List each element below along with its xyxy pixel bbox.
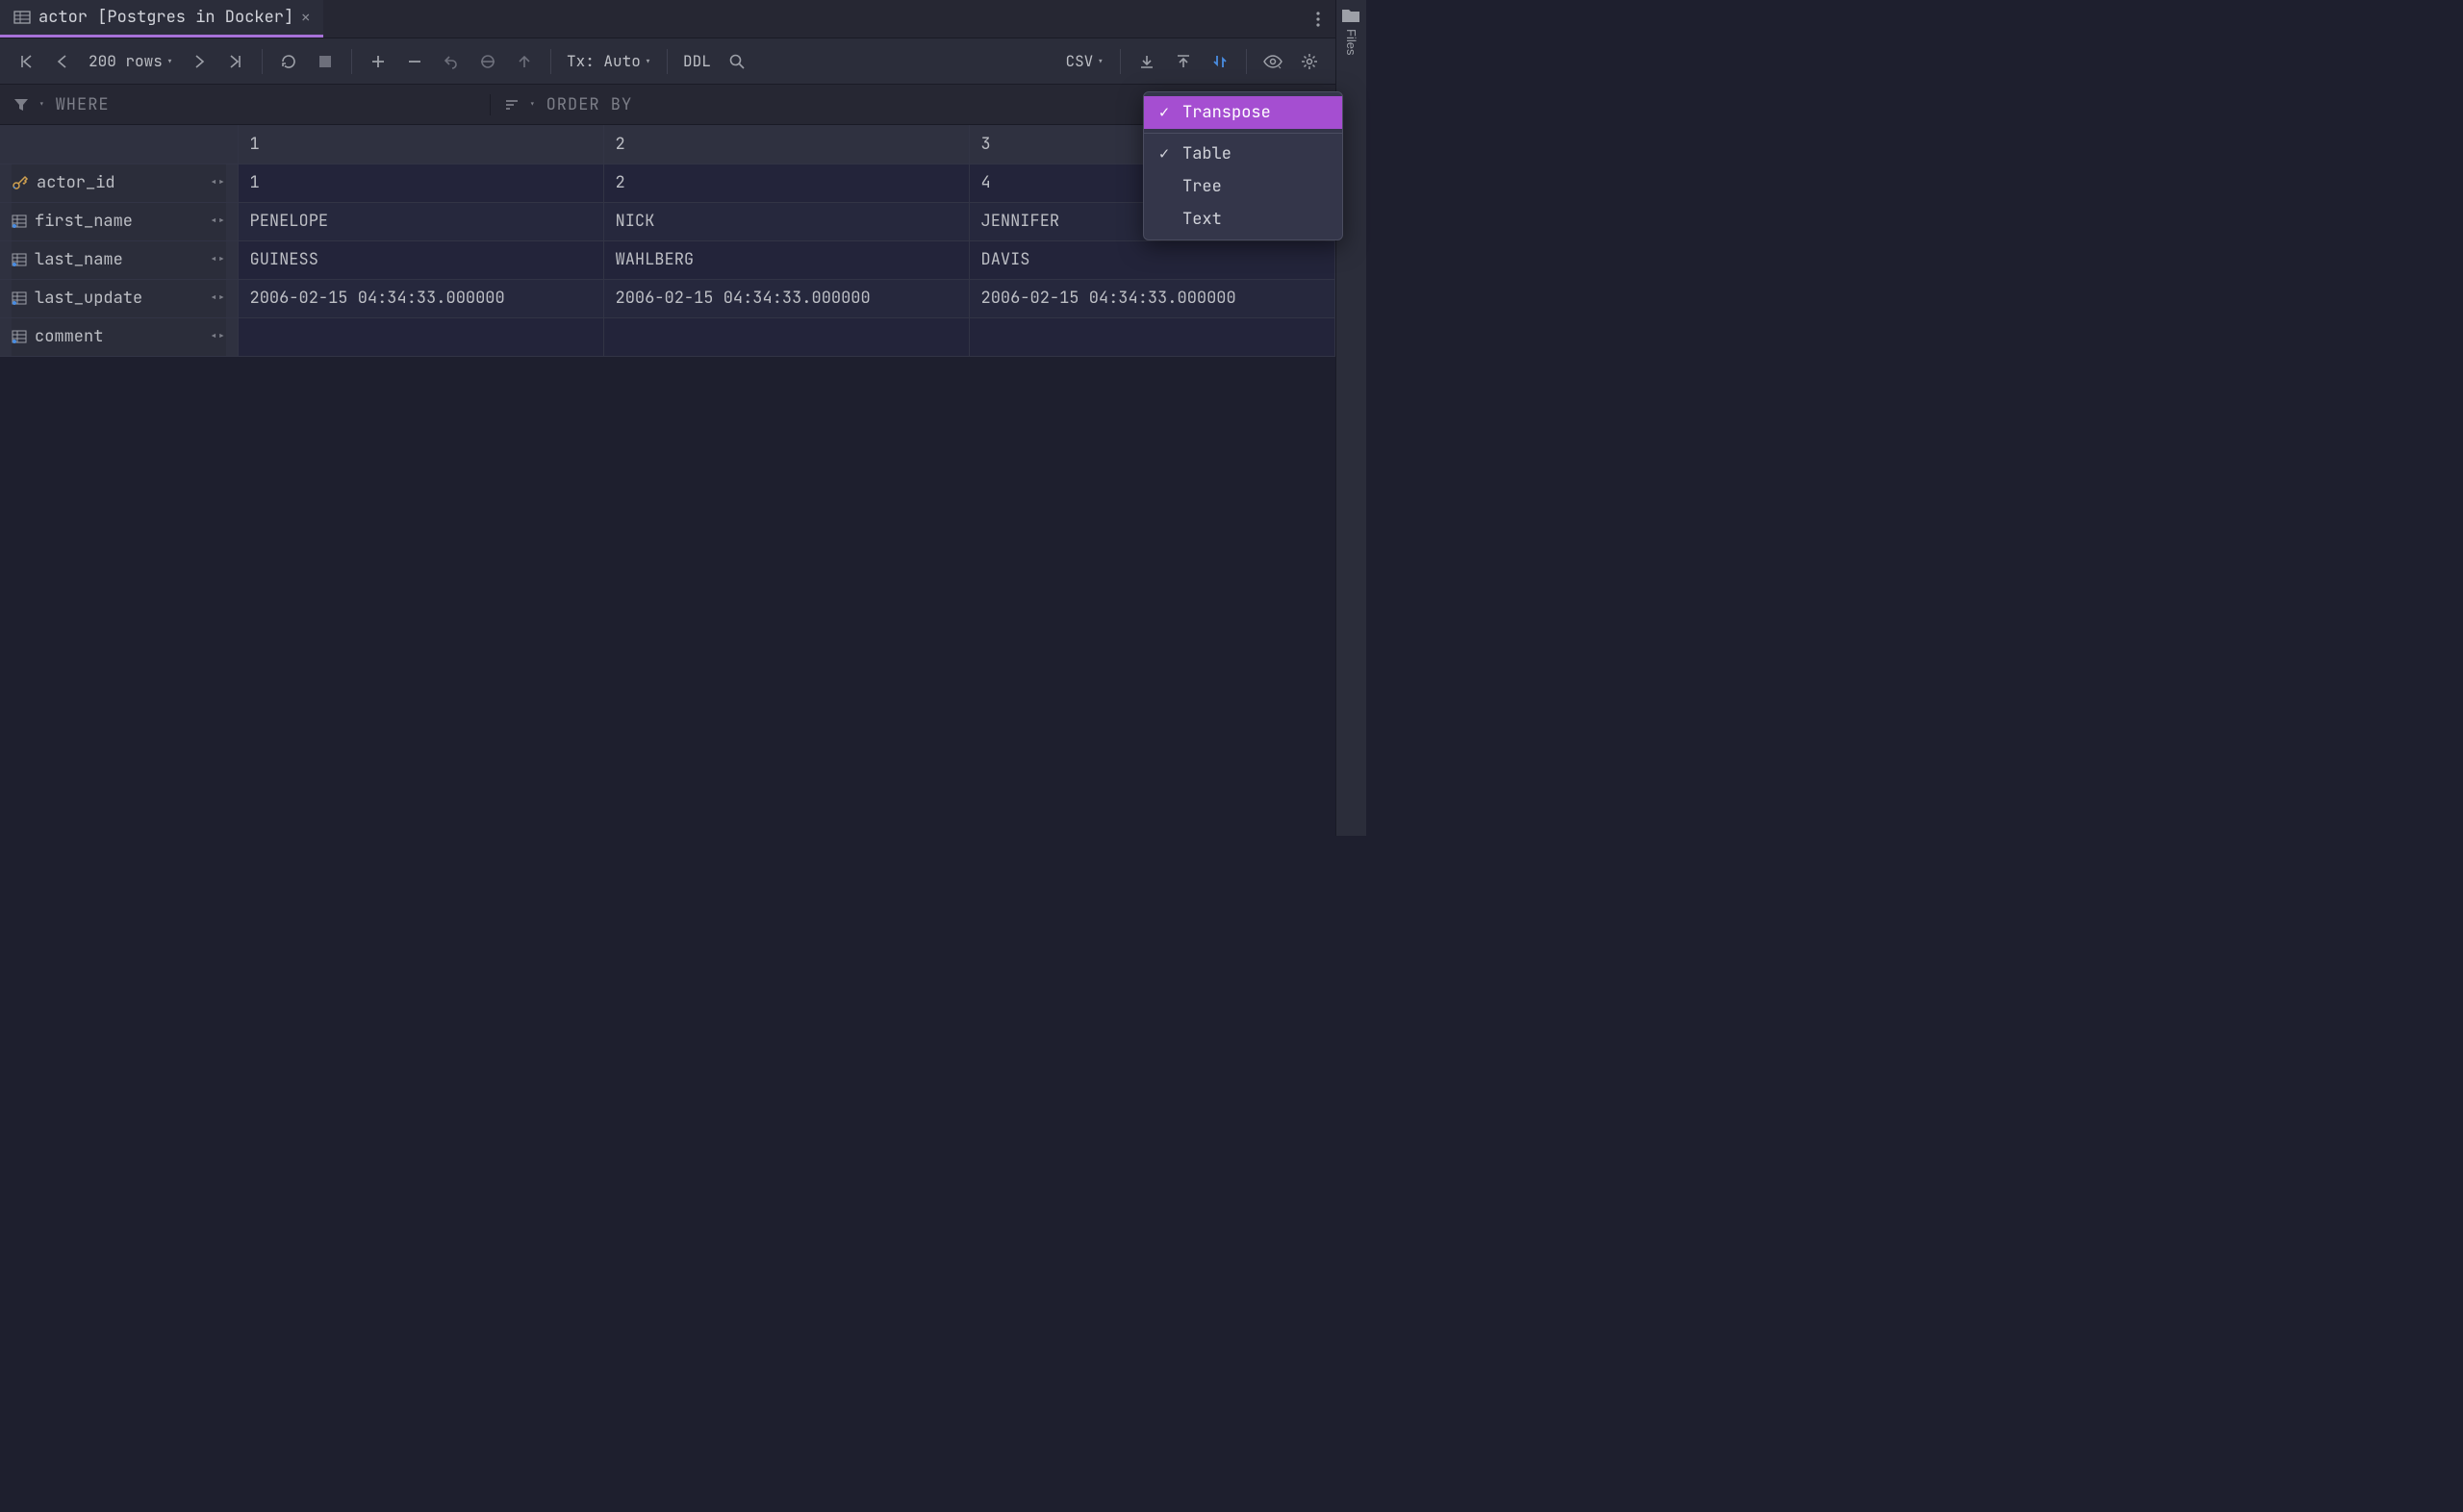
remove-row-button[interactable]	[398, 45, 431, 78]
tab-bar: actor [Postgres in Docker] ✕	[0, 0, 1335, 38]
ddl-button[interactable]: DDL	[677, 51, 717, 71]
files-tool-button[interactable]: Files	[1344, 29, 1358, 55]
chevron-down-icon: ▾	[38, 98, 46, 112]
row-count-dropdown[interactable]: 200 rows ▾	[83, 51, 179, 71]
next-page-button[interactable]	[183, 45, 216, 78]
sort-icon	[504, 97, 520, 113]
upload-button[interactable]	[1167, 45, 1200, 78]
menu-item-label: Transpose	[1182, 102, 1271, 123]
chevron-down-icon: ▾	[166, 54, 173, 69]
menu-item-table[interactable]: ✓ Table	[1144, 138, 1342, 170]
reload-button[interactable]	[272, 45, 305, 78]
files-icon[interactable]	[1341, 8, 1360, 23]
sort-handle-icon[interactable]: ◂▸	[210, 251, 226, 268]
column-icon	[12, 330, 27, 343]
row-count-label: 200 rows	[89, 51, 163, 71]
data-cell[interactable]: 2006-02-15 04:34:33.000000	[238, 279, 603, 317]
data-cell[interactable]: 2006-02-15 04:34:33.000000	[603, 279, 969, 317]
column-icon	[12, 214, 27, 228]
column-icon	[12, 175, 29, 190]
result-grid[interactable]: 123actor_id◂▸124first_name◂▸PENELOPENICK…	[0, 125, 1335, 836]
preview-button[interactable]	[471, 45, 504, 78]
close-icon[interactable]: ✕	[301, 8, 310, 27]
tx-mode-label: Tx: Auto	[567, 51, 641, 71]
view-mode-popup: ✓ Transpose ✓ Table Tree Text	[1143, 91, 1343, 240]
sort-handle-icon[interactable]: ◂▸	[210, 213, 226, 230]
tab-title: actor [Postgres in Docker]	[38, 7, 293, 28]
revert-button[interactable]	[435, 45, 468, 78]
chevron-down-icon: ▾	[645, 54, 651, 69]
tab-actor[interactable]: actor [Postgres in Docker] ✕	[0, 0, 323, 38]
submit-button[interactable]	[508, 45, 541, 78]
menu-item-label: Tree	[1182, 176, 1222, 197]
row-field-header[interactable]: last_name ◂▸	[12, 241, 226, 279]
column-icon	[12, 291, 27, 305]
menu-item-transpose[interactable]: ✓ Transpose	[1144, 96, 1342, 129]
check-icon: ✓	[1155, 102, 1173, 123]
data-cell[interactable]: PENELOPE	[238, 202, 603, 240]
menu-item-label: Table	[1182, 143, 1232, 164]
stop-button[interactable]	[309, 45, 342, 78]
prev-page-button[interactable]	[46, 45, 79, 78]
data-cell[interactable]	[969, 317, 1334, 356]
add-row-button[interactable]	[362, 45, 394, 78]
data-cell[interactable]: NICK	[603, 202, 969, 240]
sort-handle-icon[interactable]: ◂▸	[210, 328, 226, 345]
last-page-button[interactable]	[219, 45, 252, 78]
field-name: comment	[35, 326, 103, 347]
sort-handle-icon[interactable]: ◂▸	[210, 174, 226, 191]
data-cell[interactable]: WAHLBERG	[603, 240, 969, 279]
view-mode-button[interactable]	[1257, 45, 1289, 78]
column-icon	[12, 253, 27, 266]
data-cell[interactable]: 2	[603, 164, 969, 202]
col-header[interactable]: 2	[603, 125, 969, 164]
data-cell[interactable]	[238, 317, 603, 356]
data-cell[interactable]: DAVIS	[969, 240, 1334, 279]
where-filter[interactable]: ▾ WHERE	[0, 94, 491, 115]
tab-more-button[interactable]	[1301, 0, 1335, 38]
field-name: last_name	[35, 249, 123, 270]
row-field-header[interactable]: actor_id ◂▸	[12, 164, 226, 202]
field-name: last_update	[35, 288, 142, 309]
orderby-label: ORDER BY	[546, 94, 633, 115]
menu-item-tree[interactable]: Tree	[1144, 170, 1342, 203]
filter-bar: ▾ WHERE ▾ ORDER BY	[0, 85, 1335, 125]
data-cell[interactable]: GUINESS	[238, 240, 603, 279]
check-icon: ✓	[1155, 143, 1173, 164]
data-cell[interactable]: 1	[238, 164, 603, 202]
row-field-header[interactable]: first_name ◂▸	[12, 203, 226, 240]
field-name: first_name	[35, 211, 133, 232]
sort-handle-icon[interactable]: ◂▸	[210, 290, 226, 307]
first-page-button[interactable]	[10, 45, 42, 78]
col-header[interactable]: 1	[238, 125, 603, 164]
field-name: actor_id	[37, 172, 115, 193]
where-label: WHERE	[56, 94, 110, 115]
row-field-header[interactable]: comment ◂▸	[12, 318, 226, 356]
ddl-label: DDL	[683, 51, 711, 71]
download-button[interactable]	[1130, 45, 1163, 78]
menu-item-text[interactable]: Text	[1144, 203, 1342, 236]
data-cell[interactable]	[603, 317, 969, 356]
export-format-dropdown[interactable]: CSV ▾	[1059, 51, 1109, 71]
data-cell[interactable]: 2006-02-15 04:34:33.000000	[969, 279, 1334, 317]
menu-item-label: Text	[1182, 209, 1222, 230]
search-button[interactable]	[721, 45, 753, 78]
compare-button[interactable]	[1204, 45, 1236, 78]
chevron-down-icon: ▾	[529, 98, 537, 112]
row-field-header[interactable]: last_update ◂▸	[12, 280, 226, 317]
table-icon	[13, 9, 31, 26]
chevron-down-icon: ▾	[1097, 54, 1104, 69]
filter-icon	[13, 97, 29, 113]
tx-mode-dropdown[interactable]: Tx: Auto ▾	[561, 51, 657, 71]
toolbar: 200 rows ▾ Tx: Auto ▾ DDL C	[0, 38, 1335, 85]
settings-button[interactable]	[1293, 45, 1326, 78]
export-format-label: CSV	[1065, 51, 1093, 71]
